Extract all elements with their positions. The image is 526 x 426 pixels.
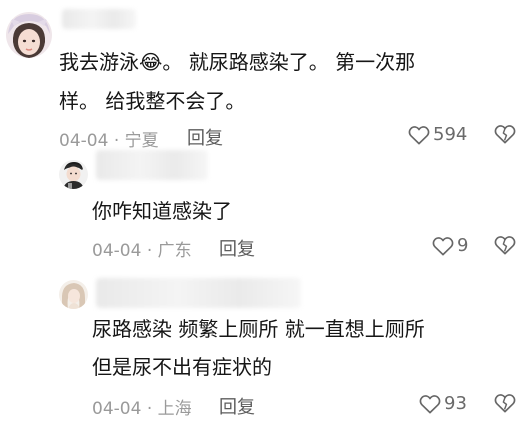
reply-button[interactable]: 回复 (219, 393, 255, 419)
reply-button[interactable]: 回复 (219, 235, 255, 261)
reply-text: 尿路感染 频繁上厕所 就一直想上厕所 (92, 317, 425, 341)
comment-region: 宁夏 (124, 131, 159, 151)
like-count: 9 (457, 235, 469, 256)
reply-button[interactable]: 回复 (187, 124, 223, 150)
laughing-emoji-icon: 😂 (139, 50, 163, 74)
comment-region: 上海 (157, 399, 192, 419)
comment-region: 广东 (157, 241, 192, 261)
like-button[interactable]: 594 (408, 124, 467, 145)
heart-outline-icon (432, 236, 454, 256)
broken-heart-icon[interactable] (494, 124, 516, 144)
avatar[interactable] (59, 160, 88, 189)
avatar[interactable] (6, 12, 52, 58)
avatar[interactable] (59, 280, 88, 309)
broken-heart-icon[interactable] (494, 235, 516, 255)
heart-outline-icon (408, 125, 430, 145)
comment-date: 04-04 (59, 131, 109, 151)
reply-text: 你咋知道感染了 (92, 199, 232, 223)
username-blurred[interactable] (96, 278, 301, 308)
username-blurred[interactable] (96, 150, 208, 180)
heart-outline-icon (419, 394, 441, 414)
like-button[interactable]: 93 (419, 393, 467, 414)
comment-text: 我去游泳😂。 就尿路感染了。 第一次那 (59, 50, 416, 74)
comment-meta: 04-04 · 宁夏 (59, 131, 159, 151)
like-count: 93 (444, 393, 467, 414)
comment-date: 04-04 (92, 399, 142, 419)
comment-meta: 04-04 · 广东 (92, 241, 192, 261)
like-button[interactable]: 9 (432, 235, 468, 256)
comment-meta: 04-04 · 上海 (92, 399, 192, 419)
reply-text-line2: 但是尿不出有症状的 (92, 355, 272, 379)
comment-text-line2: 样。 给我整不会了。 (59, 89, 246, 113)
broken-heart-icon[interactable] (494, 393, 516, 413)
like-count: 594 (433, 124, 468, 145)
comment-date: 04-04 (92, 241, 142, 261)
username-blurred[interactable] (62, 9, 136, 29)
